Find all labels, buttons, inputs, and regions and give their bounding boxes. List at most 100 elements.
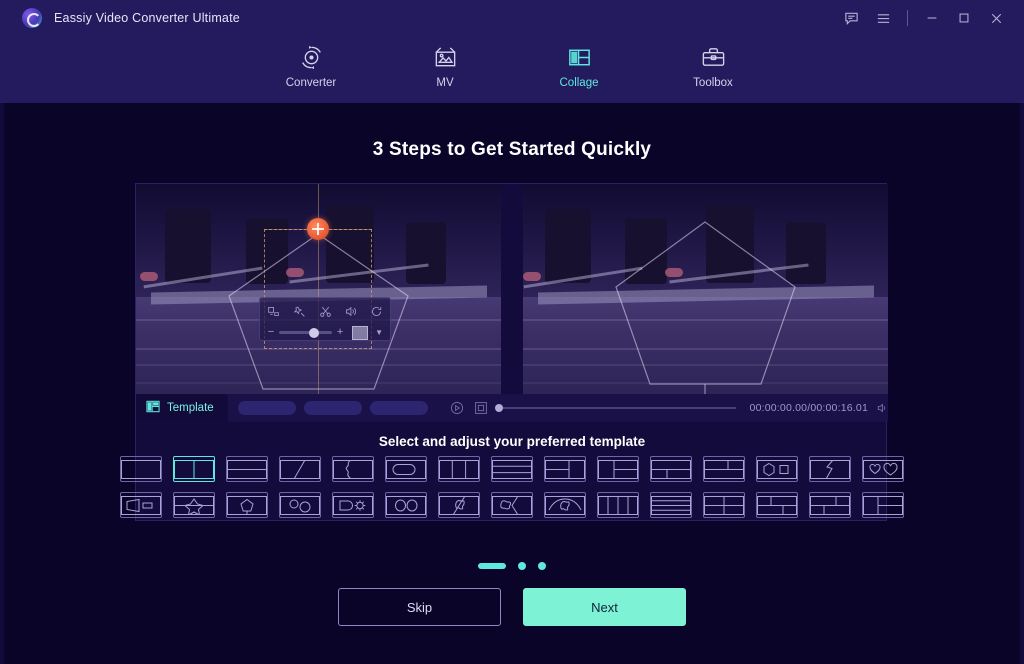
tpl-trapezoid[interactable] xyxy=(120,492,162,518)
preview-card: − + ▼ Template 00:00:00.00/00:00:16.01 S… xyxy=(120,183,904,521)
tpl-two-ovals[interactable] xyxy=(385,492,427,518)
close-icon[interactable] xyxy=(980,0,1012,36)
snapshot-icon[interactable] xyxy=(474,401,488,415)
preview-pane-right[interactable] xyxy=(523,184,888,394)
nav-tab-toolbox[interactable]: Toolbox xyxy=(676,42,750,89)
tpl-grid-uneven-a[interactable] xyxy=(756,492,798,518)
tpl-four-column[interactable] xyxy=(597,492,639,518)
tpl-top-two-bottom[interactable] xyxy=(650,456,692,482)
tpl-star[interactable] xyxy=(173,492,215,518)
footer-buttons: Skip Next xyxy=(0,588,1024,626)
nav-tab-converter[interactable]: Converter xyxy=(274,42,348,89)
template-grid-icon xyxy=(146,400,160,416)
title-bar: Eassiy Video Converter Ultimate xyxy=(0,0,1024,36)
template-picker-title: Select and adjust your preferred templat… xyxy=(378,434,646,449)
chevron-down-icon[interactable]: ▼ xyxy=(375,328,383,337)
menu-icon[interactable] xyxy=(867,0,899,36)
tpl-diagonal[interactable] xyxy=(279,456,321,482)
color-swatch-button[interactable] xyxy=(352,325,369,340)
pager-dot[interactable] xyxy=(538,562,546,570)
timecode-display: 00:00:00.00/00:00:16.01 xyxy=(749,402,868,414)
tpl-flower-split[interactable] xyxy=(438,492,480,518)
zoom-out-button[interactable]: − xyxy=(267,327,275,338)
preview-pane-left[interactable] xyxy=(136,184,501,394)
edit-crop-icon[interactable] xyxy=(267,305,280,318)
tpl-rounded[interactable] xyxy=(385,456,427,482)
effects-magic-icon[interactable] xyxy=(293,305,306,318)
nav-tab-mv-label: MV xyxy=(436,77,454,89)
toolbar-icon-row xyxy=(267,303,383,320)
tpl-two-horizontal[interactable] xyxy=(226,456,268,482)
tpl-two-vertical[interactable] xyxy=(173,456,215,482)
timeline-tab-template-label: Template xyxy=(167,402,214,414)
tpl-arch-flower[interactable] xyxy=(544,492,586,518)
toolbar-slider-row: − + ▼ xyxy=(267,325,383,340)
pane-divider xyxy=(501,184,523,394)
tpl-single[interactable] xyxy=(120,456,162,482)
right-edge xyxy=(1020,103,1024,664)
tpl-right-split-left[interactable] xyxy=(597,456,639,482)
tpl-grid-uneven-b[interactable] xyxy=(809,492,851,518)
trim-scissors-icon[interactable] xyxy=(319,305,332,318)
nav-tab-collage[interactable]: Collage xyxy=(542,42,616,89)
next-button[interactable]: Next xyxy=(523,588,686,626)
rotate-icon[interactable] xyxy=(370,305,383,318)
eassiy-logo-icon xyxy=(22,8,42,28)
tpl-left-split-right[interactable] xyxy=(544,456,586,482)
pager-dot[interactable] xyxy=(518,562,526,570)
minimize-icon[interactable] xyxy=(916,0,948,36)
feedback-icon[interactable] xyxy=(835,0,867,36)
tpl-two-hearts[interactable] xyxy=(862,456,904,482)
tpl-pentagon[interactable] xyxy=(226,492,268,518)
skip-button[interactable]: Skip xyxy=(338,588,501,626)
tpl-two-circles[interactable] xyxy=(279,492,321,518)
left-edge xyxy=(0,103,4,664)
tpl-gear[interactable] xyxy=(332,492,374,518)
timeline-scrubber[interactable] xyxy=(494,404,736,412)
guide-vertical xyxy=(318,184,319,394)
timeline-tab-template[interactable]: Template xyxy=(136,394,228,422)
template-row xyxy=(120,456,904,482)
converter-icon xyxy=(298,42,325,72)
tpl-three-row[interactable] xyxy=(491,456,533,482)
app-title: Eassiy Video Converter Ultimate xyxy=(54,11,240,25)
main-navigation: Converter MV Collage Toolbox xyxy=(0,36,1024,103)
collage-icon xyxy=(566,42,593,72)
zoom-slider[interactable] xyxy=(279,327,333,338)
tpl-quad-grid[interactable] xyxy=(703,492,745,518)
tpl-bottom-two-top[interactable] xyxy=(703,456,745,482)
zoom-in-button[interactable]: + xyxy=(336,327,344,338)
app-logo: Eassiy Video Converter Ultimate xyxy=(22,8,240,28)
volume-icon[interactable] xyxy=(344,305,357,318)
tpl-three-column[interactable] xyxy=(438,456,480,482)
zoom-slider-knob[interactable] xyxy=(308,327,319,338)
toolbox-icon xyxy=(700,42,727,72)
tpl-blob-arrow[interactable] xyxy=(491,492,533,518)
nav-tab-converter-label: Converter xyxy=(285,77,337,89)
maximize-icon[interactable] xyxy=(948,0,980,36)
nav-tab-mv[interactable]: MV xyxy=(408,42,482,89)
play-icon[interactable] xyxy=(450,401,464,415)
timeline-pill[interactable] xyxy=(237,401,296,415)
pager-dot-active[interactable] xyxy=(478,563,506,569)
timeline-placeholder-pills xyxy=(237,401,428,415)
tpl-lightning[interactable] xyxy=(809,456,851,482)
window-controls xyxy=(835,0,1024,36)
crop-anchor-handle[interactable] xyxy=(307,218,329,240)
content-area: 3 Steps to Get Started Quickly − + ▼ Tem… xyxy=(0,103,1024,664)
onboarding-pager xyxy=(0,562,1024,570)
tpl-puzzle[interactable] xyxy=(332,456,374,482)
nav-tab-collage-label: Collage xyxy=(559,77,599,89)
mv-icon xyxy=(432,42,459,72)
tpl-four-row[interactable] xyxy=(650,492,692,518)
timeline-playhead[interactable] xyxy=(494,404,503,412)
app-window: Eassiy Video Converter Ultimate Converte… xyxy=(0,0,1024,664)
timeline-pill[interactable] xyxy=(369,401,428,415)
floating-edit-toolbar[interactable]: − + ▼ xyxy=(259,297,391,341)
timeline-pill[interactable] xyxy=(303,401,362,415)
preview-stage xyxy=(136,184,888,394)
tpl-grid-uneven-c[interactable] xyxy=(862,492,904,518)
tpl-hexagon-square[interactable] xyxy=(756,456,798,482)
speaker-icon[interactable] xyxy=(876,402,888,414)
playback-controls xyxy=(450,401,488,415)
